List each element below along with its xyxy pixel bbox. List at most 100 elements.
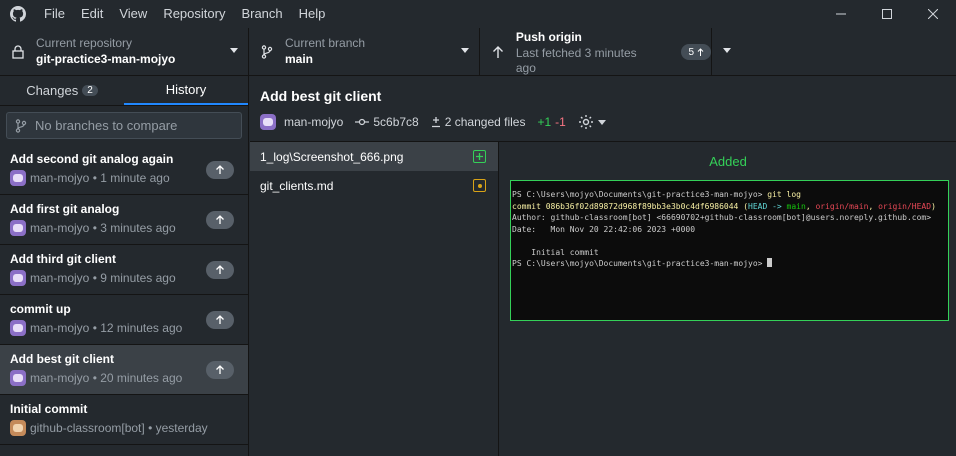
file-modified-icon (473, 179, 486, 192)
changes-count-badge: 2 (82, 85, 98, 96)
terminal-text: origin/HEAD (878, 201, 932, 211)
file-name: 1_log\Screenshot_666.png (260, 149, 404, 164)
commit-author: man-mojyo (30, 171, 90, 185)
terminal-screenshot: PS C:\Users\mojyo\Documents\git-practice… (511, 181, 948, 270)
terminal-cursor (767, 258, 773, 267)
commit-list: Add second git analog again man-mojyo • … (0, 145, 248, 445)
terminal-text: Initial commit (512, 247, 599, 257)
tab-history-label: History (165, 82, 207, 97)
commit-title: Add best git client (10, 352, 115, 366)
repo-name: git-practice3-man-mojyo (36, 52, 176, 66)
menu-file[interactable]: File (36, 0, 73, 28)
terminal-text: commit 086b36f02d89872d968f89bb3e3b0c4df… (512, 201, 749, 211)
commit-author: man-mojyo (30, 271, 90, 285)
commit-list-item[interactable]: commit up man-mojyo • 12 minutes ago (0, 295, 248, 345)
current-branch-button[interactable]: Current branch main (249, 28, 480, 76)
avatar (10, 420, 26, 436)
commit-author: man-mojyo (30, 221, 90, 235)
tab-changes[interactable]: Changes 2 (0, 76, 124, 105)
arrow-up-icon (697, 48, 704, 56)
unpushed-arrow-icon (206, 161, 234, 179)
commit-list-item[interactable]: Add third git client man-mojyo • 9 minut… (0, 245, 248, 295)
file-list-item-selected[interactable]: 1_log\Screenshot_666.png (250, 142, 498, 171)
commit-time: 1 minute ago (100, 171, 170, 185)
branch-icon (249, 45, 285, 59)
gear-icon (578, 115, 593, 129)
avatar (10, 270, 26, 286)
diff-status-label: Added (709, 154, 747, 169)
compare-placeholder: No branches to compare (35, 118, 178, 133)
chevron-down-icon (230, 48, 238, 53)
title-bar: File Edit View Repository Branch Help (0, 0, 956, 28)
branch-compare-input[interactable]: No branches to compare (6, 112, 242, 139)
git-commit-icon (355, 118, 370, 126)
branch-name: main (285, 52, 314, 66)
push-count-badge: 5 (681, 44, 711, 60)
avatar (10, 320, 26, 336)
unpushed-arrow-icon (206, 361, 234, 379)
file-name: git_clients.md (260, 178, 334, 193)
deletions-count: -1 (555, 115, 566, 129)
terminal-text: PS C:\Users\mojyo\Documents\git-practice… (512, 190, 768, 199)
commit-author: man-mojyo (30, 371, 90, 385)
commit-list-item[interactable]: Add first git analog man-mojyo • 3 minut… (0, 195, 248, 245)
image-preview: PS C:\Users\mojyo\Documents\git-practice… (510, 180, 949, 321)
maximize-button[interactable] (864, 0, 910, 28)
menu-repository[interactable]: Repository (155, 0, 233, 28)
terminal-text: HEAD -> (748, 201, 787, 211)
unpushed-arrow-icon (206, 311, 234, 329)
commit-list-item-selected[interactable]: Add best git client man-mojyo • 20 minut… (0, 345, 248, 395)
terminal-text: git log (767, 190, 801, 199)
menu-branch[interactable]: Branch (233, 0, 290, 28)
push-dropdown-button[interactable] (711, 28, 741, 76)
terminal-text: origin/main (815, 201, 869, 211)
tab-history[interactable]: History (124, 76, 248, 105)
commit-author: github-classroom[bot] (30, 421, 145, 435)
minimize-button[interactable] (818, 0, 864, 28)
commit-list-item[interactable]: Add second git analog again man-mojyo • … (0, 145, 248, 195)
avatar (260, 114, 276, 130)
repo-label: Current repository (36, 36, 133, 50)
diff-settings-button[interactable] (578, 114, 606, 130)
commit-author: man-mojyo (30, 321, 90, 335)
lock-icon (0, 45, 36, 59)
commit-title: Initial commit (10, 402, 88, 416)
terminal-text: Author: github-classroom[bot] <66690702+… (512, 213, 932, 222)
current-repository-button[interactable]: Current repository git-practice3-man-moj… (0, 28, 249, 76)
commit-title: commit up (10, 302, 71, 316)
branch-icon (15, 118, 27, 133)
commit-list-item[interactable]: Initial commit github-classroom[bot] • y… (0, 395, 248, 445)
changed-files-list: 1_log\Screenshot_666.png git_clients.md (250, 142, 499, 456)
toolbar: Current repository git-practice3-man-moj… (0, 28, 956, 76)
diff-icon (431, 117, 440, 128)
chevron-down-icon (461, 48, 469, 53)
file-added-icon (473, 150, 486, 163)
unpushed-arrow-icon (206, 261, 234, 279)
terminal-text: main (786, 201, 806, 211)
history-sidebar: Changes 2 History No branches to compare… (0, 76, 249, 456)
tab-changes-label: Changes (26, 83, 79, 98)
menu-edit[interactable]: Edit (73, 0, 111, 28)
commit-title: Add second git analog again (10, 152, 174, 166)
terminal-text: , (868, 201, 879, 211)
commit-time: 9 minutes ago (100, 271, 176, 285)
terminal-text: Date: Mon Nov 20 22:42:06 2023 +0000 (512, 224, 696, 234)
push-origin-button[interactable]: Push origin Last fetched 3 minutes ago 5 (480, 28, 711, 76)
terminal-text: , (805, 201, 816, 211)
commit-sha[interactable]: 5c6b7c8 (355, 115, 419, 129)
close-button[interactable] (910, 0, 956, 28)
push-count: 5 (688, 46, 694, 58)
arrow-up-icon (480, 45, 516, 59)
terminal-text: ) (931, 201, 936, 211)
menu-help[interactable]: Help (291, 0, 334, 28)
menu-view[interactable]: View (111, 0, 155, 28)
changed-files-count: 2 changed files (444, 115, 526, 129)
diff-viewer: Added PS C:\Users\mojyo\Documents\git-pr… (500, 142, 956, 456)
commit-time: 20 minutes ago (100, 371, 183, 385)
file-list-item[interactable]: git_clients.md (250, 171, 498, 200)
avatar (10, 370, 26, 386)
commit-author: man-mojyo (284, 115, 344, 129)
additions-count: +1 (537, 115, 552, 129)
avatar (10, 170, 26, 186)
terminal-text: PS C:\Users\mojyo\Documents\git-practice… (512, 259, 768, 268)
